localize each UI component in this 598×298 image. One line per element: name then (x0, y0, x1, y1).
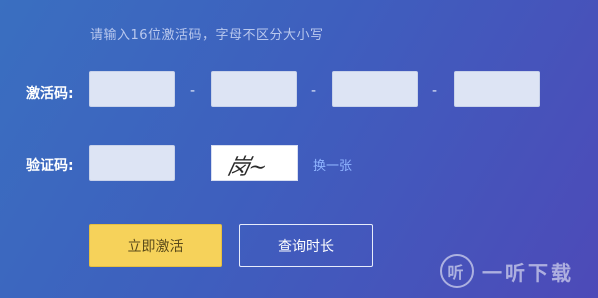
watermark: 听 一听下载 (440, 254, 574, 288)
activation-code-field-4[interactable] (454, 71, 540, 107)
activation-code-label: 激活码: (26, 86, 74, 102)
activation-code-field-1[interactable] (89, 71, 175, 107)
captcha-image[interactable]: 岗~ (211, 145, 298, 181)
query-duration-button[interactable]: 查询时长 (239, 224, 373, 267)
activation-code-field-2[interactable] (211, 71, 297, 107)
captcha-text: 岗~ (224, 155, 269, 180)
activate-button[interactable]: 立即激活 (89, 224, 222, 267)
activation-code-field-3[interactable] (332, 71, 418, 107)
activation-separator: - (190, 83, 196, 99)
hint-text: 请输入16位激活码，字母不区分大小写 (90, 28, 324, 43)
activation-separator: - (311, 83, 317, 99)
activation-separator: - (432, 83, 438, 99)
watermark-logo-icon: 听 (440, 254, 474, 288)
refresh-captcha-link[interactable]: 换一张 (313, 155, 352, 174)
verification-code-field[interactable] (89, 145, 175, 181)
verification-code-label: 验证码: (26, 158, 74, 174)
watermark-text: 一听下载 (482, 260, 574, 285)
